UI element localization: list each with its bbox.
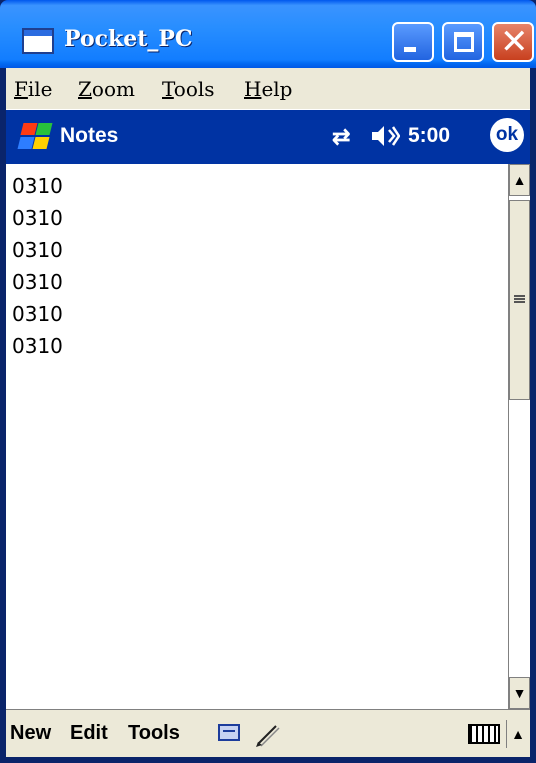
window-frame: Pocket_PC ✕ File Zoom Tools Help Notes ⇄	[0, 0, 536, 763]
scroll-down-button[interactable]: ▼	[509, 677, 530, 709]
menu-zoom-mnemonic: Z	[78, 77, 92, 101]
command-bar: New Edit Tools ▲	[6, 709, 530, 757]
menu-help-label: elp	[261, 77, 293, 101]
clock[interactable]: 5:00	[408, 124, 450, 148]
app-title: Notes	[60, 124, 119, 147]
minimize-button[interactable]	[392, 22, 434, 62]
grip-icon	[514, 295, 525, 303]
menu-tools-label: ools	[173, 77, 215, 101]
maximize-icon	[454, 32, 474, 52]
menu-file[interactable]: File	[14, 77, 53, 101]
note-line: 0310	[12, 270, 63, 294]
close-icon: ✕	[500, 22, 529, 62]
maximize-button[interactable]	[442, 22, 484, 62]
edit-button[interactable]: Edit	[70, 722, 108, 745]
menu-help[interactable]: Help	[244, 77, 293, 101]
note-line: 0310	[12, 302, 63, 326]
recording-toolbar-icon[interactable]	[218, 724, 240, 741]
connectivity-icon[interactable]: ⇄	[332, 124, 350, 150]
close-button[interactable]: ✕	[492, 22, 534, 62]
input-selector-arrow[interactable]: ▲	[506, 720, 529, 748]
note-editor[interactable]: 0310 0310 0310 0310 0310 0310	[6, 164, 508, 709]
menu-zoom[interactable]: Zoom	[78, 77, 135, 101]
menu-zoom-label: oom	[91, 77, 135, 101]
menu-file-mnemonic: F	[14, 77, 28, 101]
note-line: 0310	[12, 334, 63, 358]
start-menu-icon[interactable]	[14, 120, 53, 152]
ok-button[interactable]: ok	[490, 118, 524, 152]
title-bar[interactable]: Pocket_PC ✕	[0, 0, 536, 68]
note-line: 0310	[12, 174, 63, 198]
note-line: 0310	[12, 238, 63, 262]
menu-file-label: ile	[27, 77, 53, 101]
menu-bar: File Zoom Tools Help	[6, 68, 530, 110]
menu-tools[interactable]: Tools	[162, 77, 215, 101]
window-title: Pocket_PC	[64, 26, 193, 52]
note-content[interactable]: 0310 0310 0310 0310 0310 0310	[12, 170, 63, 362]
new-button[interactable]: New	[10, 722, 51, 745]
pen-icon[interactable]	[252, 722, 284, 748]
note-line: 0310	[12, 206, 63, 230]
navigation-bar: Notes ⇄ 5:00 ok	[6, 110, 530, 164]
minimize-icon	[404, 47, 416, 52]
vertical-scrollbar[interactable]: ▲ ▼	[508, 164, 530, 709]
tools-button[interactable]: Tools	[128, 722, 180, 745]
pocket-pc-screen: File Zoom Tools Help Notes ⇄ 5:00 ok 031…	[6, 68, 530, 757]
app-window-icon[interactable]	[22, 28, 54, 54]
scroll-up-button[interactable]: ▲	[509, 164, 530, 196]
menu-help-mnemonic: H	[244, 77, 262, 101]
volume-icon[interactable]	[370, 123, 401, 155]
keyboard-icon[interactable]	[468, 724, 500, 744]
menu-tools-mnemonic: T	[162, 77, 174, 101]
scroll-thumb[interactable]	[509, 200, 530, 400]
